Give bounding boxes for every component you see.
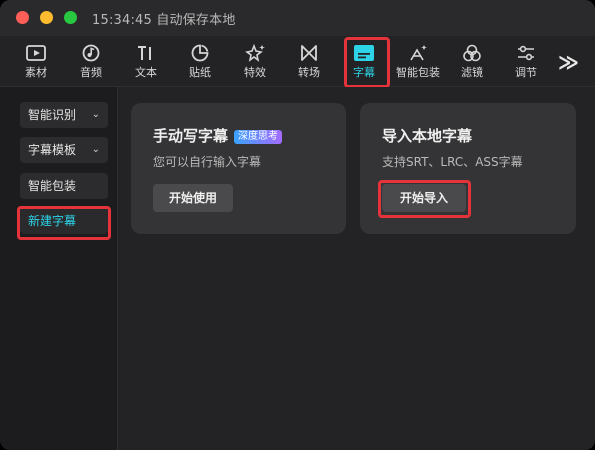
toolbar-item-text[interactable]: 文本 [122, 40, 170, 84]
minimize-window-button[interactable] [40, 11, 53, 24]
app-window: 15:34:45 自动保存本地 素材 音频 文本 贴纸 特效 转场 字幕 智能包… [0, 0, 595, 450]
toolbar-label: 转场 [298, 66, 320, 79]
toolbar-item-media[interactable]: 素材 [12, 40, 60, 84]
card-title: 手动写字幕 深度思考 [153, 125, 283, 146]
sparkle-star-icon [245, 44, 265, 62]
autosave-status: 15:34:45 自动保存本地 [92, 13, 236, 28]
toolbar-item-effects[interactable]: 特效 [231, 40, 279, 84]
maximize-window-button[interactable] [64, 11, 77, 24]
transition-bowtie-icon [301, 45, 317, 61]
sidebar-item-smart-pack[interactable]: 智能包装 [20, 173, 108, 199]
filter-circles-icon [463, 44, 481, 62]
toolbar-label: 字幕 [353, 66, 375, 79]
start-using-button[interactable]: 开始使用 [153, 184, 233, 212]
import-subtitle-card: 导入本地字幕 支持SRT、LRC、ASS字幕 开始导入 [360, 103, 576, 234]
sidebar-item-label: 新建字幕 [28, 214, 77, 228]
title-bar: 15:34:45 自动保存本地 [0, 0, 595, 36]
sidebar: 智能识别 ⌄ 字幕模板 ⌄ 智能包装 新建字幕 [0, 87, 118, 450]
chevron-down-icon: ⌄ [91, 144, 100, 155]
text-icon [138, 46, 151, 60]
toolbar-item-smart-pack[interactable]: 智能包装 [392, 40, 444, 84]
card-description: 您可以自行输入字幕 [153, 155, 262, 169]
sidebar-item-label: 智能识别 [28, 108, 77, 122]
start-import-button[interactable]: 开始导入 [382, 184, 466, 212]
sidebar-item-new-subtitle[interactable]: 新建字幕 [20, 208, 108, 234]
music-note-icon [82, 44, 100, 62]
media-play-icon [26, 45, 46, 61]
sidebar-item-subtitle-template[interactable]: 字幕模板 ⌄ [20, 137, 108, 163]
toolbar-item-audio[interactable]: 音频 [67, 40, 115, 84]
card-title: 导入本地字幕 [382, 127, 473, 145]
toolbar-item-filter[interactable]: 滤镜 [448, 40, 496, 84]
card-title-text: 手动写字幕 [153, 127, 229, 145]
toolbar-label: 智能包装 [396, 66, 440, 79]
adjust-sliders-icon [518, 45, 534, 61]
toolbar-item-adjust[interactable]: 调节 [502, 40, 550, 84]
sidebar-item-label: 智能包装 [28, 179, 77, 193]
toolbar-item-transition[interactable]: 转场 [285, 40, 333, 84]
toolbar-more-button[interactable]: ≫ [558, 50, 579, 74]
sidebar-item-label: 字幕模板 [28, 143, 77, 157]
toolbar-label: 文本 [135, 66, 157, 79]
toolbar-label: 特效 [244, 66, 266, 79]
smart-pack-icon [410, 45, 427, 61]
main-toolbar: 素材 音频 文本 贴纸 特效 转场 字幕 智能包装 滤镜 调节 ≫ [0, 36, 595, 87]
close-window-button[interactable] [16, 11, 29, 24]
deep-thinking-badge: 深度思考 [234, 130, 283, 144]
toolbar-item-subtitle[interactable]: 字幕 [340, 40, 388, 84]
toolbar-label: 滤镜 [461, 66, 483, 79]
toolbar-label: 调节 [515, 66, 537, 79]
chevron-down-icon: ⌄ [91, 109, 100, 120]
card-description: 支持SRT、LRC、ASS字幕 [382, 155, 523, 169]
toolbar-label: 贴纸 [189, 66, 211, 79]
toolbar-item-sticker[interactable]: 贴纸 [176, 40, 224, 84]
sticker-icon [191, 44, 209, 62]
toolbar-label: 素材 [25, 66, 47, 79]
subtitle-icon [354, 45, 374, 61]
sidebar-item-smart-recognition[interactable]: 智能识别 ⌄ [20, 102, 108, 128]
toolbar-label: 音频 [80, 66, 102, 79]
manual-subtitle-card: 手动写字幕 深度思考 您可以自行输入字幕 开始使用 [131, 103, 346, 234]
